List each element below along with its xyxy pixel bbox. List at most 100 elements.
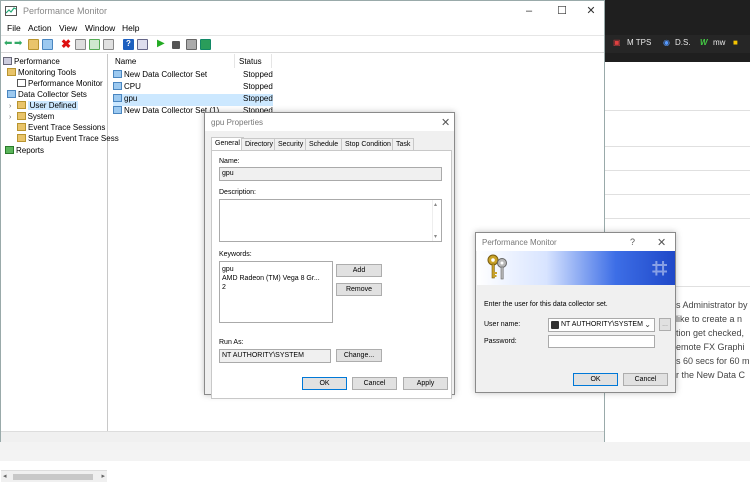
bookmark-2[interactable]: D.S. (675, 38, 691, 47)
expand-icon[interactable]: › (9, 103, 11, 110)
scroll-up-icon[interactable]: ▴ (434, 201, 437, 208)
scroll-right-icon[interactable]: ▸ (101, 472, 105, 480)
cancel-button[interactable]: Cancel (623, 373, 668, 386)
description-scrollbar[interactable]: ▴ ▾ (432, 200, 441, 241)
menu-window[interactable]: Window (85, 23, 115, 33)
change-user-button[interactable]: Change... (336, 349, 382, 362)
ok-button[interactable]: OK (302, 377, 347, 390)
tree-item-performance-monitor[interactable]: Performance Monitor (17, 79, 103, 88)
tab-stop-condition[interactable]: Stop Condition (341, 138, 395, 150)
tree-item-performance[interactable]: Performance (3, 57, 60, 66)
column-separator[interactable] (271, 54, 272, 68)
up-folder-icon[interactable] (28, 39, 39, 50)
expand-icon[interactable]: › (9, 114, 11, 121)
tab-general[interactable]: General (211, 137, 244, 150)
browser-bookmarks-bar: ▣ M TPS ◉ D.S. W mw ■ (605, 35, 750, 53)
folder-icon (16, 112, 26, 120)
apply-button[interactable]: Apply (403, 377, 448, 390)
tab-directory[interactable]: Directory (241, 138, 278, 150)
tab-task[interactable]: Task (392, 138, 415, 150)
close-button[interactable]: ✕ (576, 3, 606, 19)
bookmark-icon: ▣ (613, 38, 621, 47)
keyword-item[interactable]: AMD Radeon (TM) Vega 8 Gr... (222, 275, 330, 282)
menu-file[interactable]: File (7, 23, 21, 33)
help-icon[interactable]: ? (630, 237, 635, 247)
menu-view[interactable]: View (59, 23, 77, 33)
keyword-item[interactable]: gpu (222, 266, 330, 273)
bookmark-3[interactable]: mw (713, 38, 725, 47)
window-title: Performance Monitor (23, 6, 108, 16)
remove-keyword-button[interactable]: Remove (336, 283, 382, 296)
cancel-button[interactable]: Cancel (352, 377, 397, 390)
dialog-title-bar[interactable]: Performance Monitor ? ✕ (476, 233, 675, 251)
close-icon[interactable]: ✕ (657, 236, 666, 249)
scroll-down-icon[interactable]: ▾ (434, 233, 437, 240)
tree-item-data-collector-sets[interactable]: Data Collector Sets (7, 90, 87, 99)
divider (605, 170, 750, 171)
divider (605, 194, 750, 195)
page-text: s Administrator by (676, 300, 748, 310)
maximize-button[interactable]: ☐ (547, 3, 577, 19)
keywords-list[interactable]: gpu AMD Radeon (TM) Vega 8 Gr... 2 (219, 261, 333, 323)
refresh-icon[interactable] (89, 39, 100, 50)
tree-item-monitoring-tools[interactable]: Monitoring Tools (7, 68, 76, 77)
tree-item-reports[interactable]: Reports (5, 146, 44, 155)
bookmark-1[interactable]: M TPS (627, 38, 651, 47)
minimize-button[interactable]: – (514, 3, 544, 19)
tree-item-label: Monitoring Tools (18, 68, 77, 77)
tree-item-startup-event-trace[interactable]: Startup Event Trace Sess (17, 134, 119, 143)
stop-icon[interactable] (172, 41, 180, 49)
show-hide-tree-icon[interactable] (42, 39, 53, 50)
console-icon[interactable] (137, 39, 148, 50)
export-list-icon[interactable] (103, 39, 114, 50)
list-item[interactable]: New Data Collector Set Stopped (113, 70, 273, 82)
menu-help[interactable]: Help (122, 23, 139, 33)
credentials-banner: ⌗ (477, 251, 675, 285)
chevron-down-icon[interactable]: ⌄ (644, 320, 651, 329)
tab-security[interactable]: Security (274, 138, 308, 150)
delete-icon[interactable]: ✖ (61, 38, 72, 50)
dialog-title-bar[interactable]: gpu Properties ✕ (205, 113, 454, 131)
browse-user-button[interactable]: ... (659, 318, 671, 331)
menu-action[interactable]: Action (28, 23, 52, 33)
properties-icon[interactable] (75, 39, 86, 50)
tree-item-user-defined[interactable]: › User Defined (9, 101, 79, 110)
horizontal-scrollbar[interactable]: ◂ ▸ (1, 470, 107, 482)
user-name-label: User name: (484, 321, 521, 328)
run-as-label: Run As: (219, 339, 244, 346)
title-bar[interactable]: Performance Monitor – ☐ ✕ (1, 1, 604, 21)
computer-icon (3, 57, 12, 65)
tree-item-label: Performance (14, 57, 60, 66)
help-icon[interactable]: ? (123, 39, 134, 50)
user-name-combobox[interactable]: NT AUTHORITY\SYSTEM ⌄ (548, 318, 655, 332)
tab-schedule[interactable]: Schedule (305, 138, 343, 150)
tree-item-system[interactable]: › System (9, 112, 54, 121)
report-icon[interactable] (186, 39, 197, 50)
ok-button[interactable]: OK (573, 373, 618, 386)
data-collector-set-icon (113, 94, 122, 102)
description-field[interactable]: ▴ ▾ (219, 199, 442, 242)
column-header-name[interactable]: Name (115, 57, 136, 66)
password-field[interactable] (548, 335, 655, 348)
tree-item-event-trace-sessions[interactable]: Event Trace Sessions (17, 123, 105, 132)
forward-icon[interactable]: ➡ (14, 39, 25, 50)
list-item[interactable]: CPU Stopped (113, 82, 273, 94)
scroll-thumb[interactable] (13, 474, 93, 480)
start-icon[interactable]: ▶ (157, 39, 168, 50)
scroll-left-icon[interactable]: ◂ (3, 472, 7, 480)
add-keyword-button[interactable]: Add (336, 264, 382, 277)
divider (605, 110, 750, 111)
latest-report-icon[interactable] (200, 39, 211, 50)
page-text: r the New Data C (676, 370, 746, 380)
description-label: Description: (219, 189, 256, 196)
column-separator[interactable] (234, 54, 235, 68)
keyword-item[interactable]: 2 (222, 284, 330, 291)
folder-icon (17, 123, 26, 131)
page-text: s 60 secs for 60 m (676, 356, 750, 366)
close-icon[interactable]: ✕ (441, 116, 450, 129)
tree-item-label: Data Collector Sets (18, 90, 87, 99)
column-header-status[interactable]: Status (239, 57, 262, 66)
name-field[interactable]: gpu (219, 167, 442, 181)
tree-item-label: Event Trace Sessions (28, 123, 106, 132)
list-item[interactable]: gpu Stopped (113, 94, 273, 106)
